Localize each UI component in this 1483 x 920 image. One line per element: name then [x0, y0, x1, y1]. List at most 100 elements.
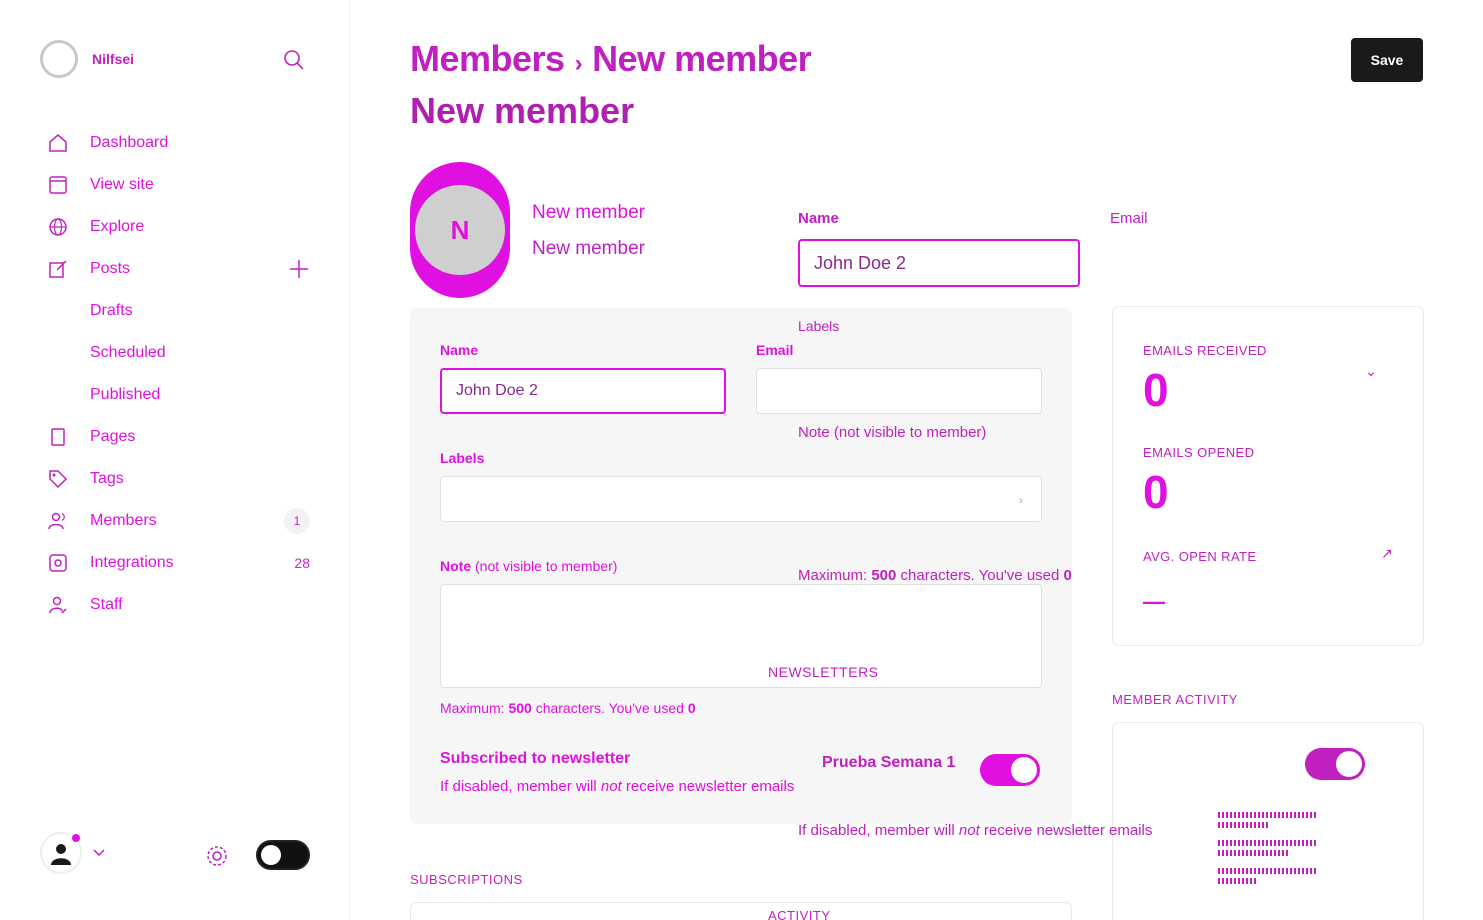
sidebar-item-label: Members [90, 512, 157, 529]
integrations-icon [46, 551, 70, 575]
name-label: Name [440, 342, 479, 358]
brand-name: Nilfsei [92, 51, 135, 67]
sidebar-item-label: Tags [90, 470, 124, 487]
subscriptions-heading: SUBSCRIPTIONS [410, 872, 523, 887]
sidebar-item-integrations[interactable]: Integrations 28 [46, 542, 316, 584]
breadcrumb-separator: › [574, 50, 583, 77]
note-label-text: Note [440, 558, 472, 574]
dark-mode-toggle[interactable] [256, 840, 310, 870]
sidebar-item-label: Posts [90, 260, 131, 277]
ghost-newsletter-toggle[interactable] [1305, 748, 1365, 780]
activity-placeholder-lines [1218, 812, 1318, 888]
member-form-card: Name John Doe 2 Email Labels › Note (not… [410, 308, 1072, 824]
newsletters-heading: NEWSLETTERS [768, 664, 879, 680]
emails-opened-value: 0 [1143, 466, 1169, 518]
sidebar-item-explore[interactable]: Explore [46, 206, 316, 248]
email-field[interactable] [756, 368, 1042, 414]
ghost-name-label: Name [798, 210, 839, 227]
email-label: Email [756, 342, 794, 358]
labels-select[interactable]: › [440, 476, 1042, 522]
newsletter-description: If disabled, member will not receive new… [440, 778, 794, 795]
member-avatar: N [410, 162, 510, 298]
breadcrumb-members-link[interactable]: Members [410, 38, 565, 80]
tag-icon [46, 467, 70, 491]
add-post-icon[interactable] [288, 258, 310, 280]
nl-desc-suffix: receive newsletter emails [621, 778, 795, 795]
emails-received-value: 0 [1143, 364, 1169, 416]
open-rate-value: — [1143, 589, 1165, 614]
stats-card: EMAILS RECEIVED 0 ⌄ EMAILS OPENED 0 AVG.… [1112, 306, 1424, 646]
home-icon [46, 131, 70, 155]
name-field[interactable]: John Doe 2 [440, 368, 726, 414]
sidebar-item-members[interactable]: Members 1 [46, 500, 316, 542]
emails-received-label: EMAILS RECEIVED [1143, 343, 1267, 358]
sidebar-subitem-scheduled[interactable]: Scheduled [46, 332, 316, 374]
ghost-nl-prefix: If disabled, member will [798, 822, 959, 839]
nl-desc-prefix: If disabled, member will [440, 778, 601, 795]
sidebar-item-dashboard[interactable]: Dashboard [46, 122, 316, 164]
ghost-nl-em: not [958, 822, 980, 839]
avatar[interactable] [40, 832, 82, 874]
sidebar-item-view-site[interactable]: View site [46, 164, 316, 206]
labels-label: Labels [440, 450, 485, 466]
sidebar-item-posts[interactable]: Posts [46, 248, 316, 290]
search-icon[interactable] [282, 48, 306, 72]
chevron-down-icon: › [1019, 493, 1023, 507]
browser-icon [46, 173, 70, 197]
ghost-name-field[interactable]: John Doe 2 [798, 239, 1080, 287]
ghost-note-label: Note (not visible to member) [798, 424, 987, 441]
sidebar-item-tags[interactable]: Tags [46, 458, 316, 500]
newsletter-title: Subscribed to newsletter [440, 750, 631, 767]
notification-dot [70, 832, 82, 844]
chevron-down-icon[interactable] [92, 848, 106, 858]
sidebar-item-label: Pages [90, 428, 136, 445]
brand[interactable]: Nilfsei [40, 40, 134, 78]
breadcrumb-current: New member [592, 38, 812, 79]
main-content: Members › New member New member Save N N… [350, 0, 1483, 920]
member-activity-heading: MEMBER ACTIVITY [1112, 692, 1238, 707]
sidebar-item-pages[interactable]: Pages [46, 416, 316, 458]
ghost-char-max: 500 [871, 567, 897, 584]
char-count-mid: characters. You've used [531, 700, 688, 716]
char-count-prefix: Maximum: [440, 700, 509, 716]
sidebar-item-staff[interactable]: Staff [46, 584, 316, 626]
note-label: Note (not visible to member) [440, 558, 617, 574]
sidebar-item-label: View site [90, 176, 154, 193]
emails-opened-label: EMAILS OPENED [1143, 445, 1255, 460]
ghost-labels-label: Labels [798, 318, 840, 334]
ghost-newsletter-description: If disabled, member will not receive new… [798, 822, 1152, 839]
open-rate-label: AVG. OPEN RATE [1143, 549, 1257, 564]
member-initials: N [415, 185, 505, 275]
ghost-nl-suffix: receive newsletter emails [979, 822, 1153, 839]
page-title: New member [410, 90, 635, 131]
breadcrumb: Members › New member [410, 38, 812, 80]
page-icon [46, 425, 70, 449]
ghost-char-count: Maximum: 500 characters. You've used 0 [798, 567, 1072, 584]
members-icon [46, 509, 70, 533]
chevron-down-icon[interactable]: ⌄ [1365, 363, 1377, 380]
user-menu[interactable] [40, 832, 106, 874]
edit-icon [46, 257, 70, 281]
newsletter-toggle[interactable] [980, 754, 1040, 786]
ghost-char-mid: characters. You've used [896, 567, 1064, 584]
member-name: New member [532, 202, 645, 223]
nl-desc-em: not [600, 778, 622, 795]
gear-icon[interactable] [204, 843, 230, 869]
sidebar: Nilfsei Dashboard View site Explore Post… [0, 0, 350, 920]
sidebar-subitem-drafts[interactable]: Drafts [46, 290, 316, 332]
subscriptions-box [410, 902, 1072, 920]
note-textarea[interactable] [440, 584, 1042, 688]
sidebar-item-label: Staff [90, 596, 123, 613]
save-button[interactable]: Save [1351, 38, 1423, 82]
newsletter-name: Prueba Semana 1 [822, 754, 956, 771]
sidebar-item-label: Integrations [90, 554, 174, 571]
trend-icon: ↗ [1381, 545, 1393, 561]
members-count-badge: 1 [284, 508, 310, 534]
sidebar-item-label: Dashboard [90, 134, 169, 151]
member-subtitle: New member [532, 238, 645, 259]
sidebar-subitem-published[interactable]: Published [46, 374, 316, 416]
sidebar-item-label: Explore [90, 218, 145, 235]
char-count-max: 500 [508, 700, 532, 716]
ghost-char-prefix: Maximum: [798, 567, 872, 584]
integrations-count: 28 [294, 555, 310, 571]
